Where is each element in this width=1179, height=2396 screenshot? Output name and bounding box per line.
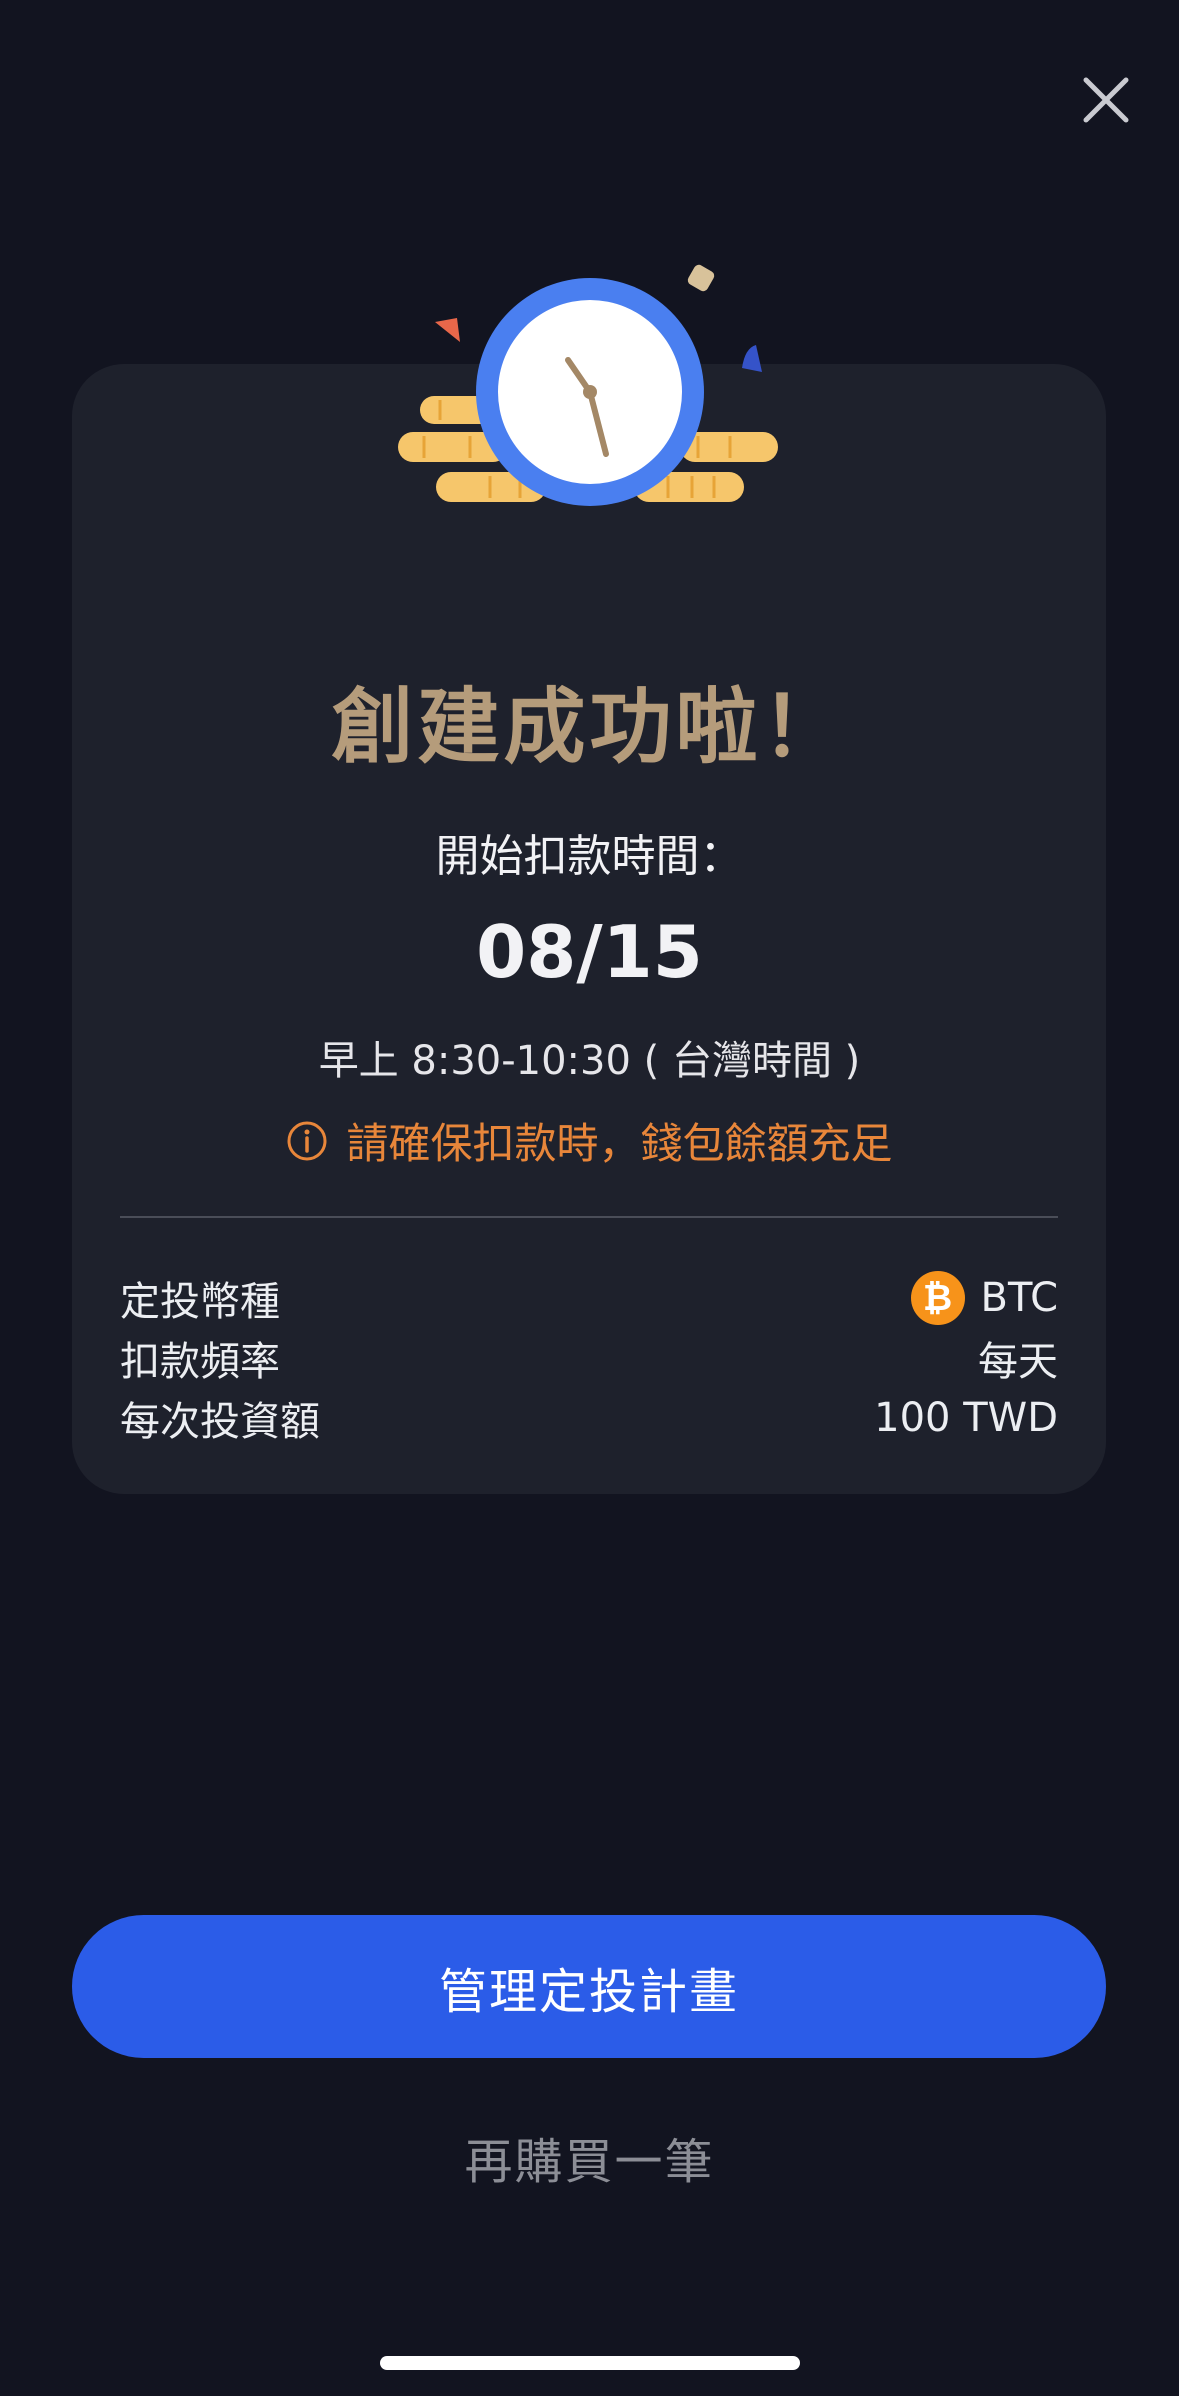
- balance-warning-text: 請確保扣款時，錢包餘額充足: [346, 1119, 893, 1168]
- info-icon: [287, 1121, 327, 1160]
- close-icon: [1083, 77, 1129, 123]
- manage-plan-button[interactable]: 管理定投計畫: [72, 1915, 1106, 2058]
- detail-label: 扣款頻率: [120, 1339, 280, 1385]
- deduction-time-window: 早上 8:30-10:30 ( 台灣時間 ): [318, 1038, 861, 1084]
- buy-again-button[interactable]: 再購買一筆: [0, 2122, 1179, 2192]
- detail-value: 100 TWD: [874, 1395, 1058, 1441]
- home-indicator[interactable]: [380, 2356, 800, 2370]
- clock-with-coins-illustration: [398, 264, 778, 506]
- bitcoin-icon: ₿: [910, 1271, 965, 1325]
- detail-row-amount: 每次投資額 100 TWD: [120, 1388, 1058, 1448]
- start-time-label: 開始扣款時間：: [435, 831, 744, 882]
- close-button[interactable]: [1076, 70, 1136, 130]
- detail-value: ₿ BTC: [910, 1271, 1058, 1325]
- detail-value: 每天: [978, 1339, 1058, 1385]
- detail-label: 定投幣種: [120, 1279, 280, 1325]
- detail-label: 每次投資額: [120, 1399, 320, 1445]
- detail-row-coin: 定投幣種 ₿ BTC: [120, 1268, 1058, 1328]
- divider: [120, 1216, 1058, 1218]
- start-date: 08/15: [476, 910, 703, 994]
- detail-row-frequency: 扣款頻率 每天: [120, 1328, 1058, 1388]
- coin-symbol: BTC: [980, 1275, 1058, 1321]
- success-title: 創建成功啦！: [331, 680, 848, 775]
- balance-warning: 請確保扣款時，錢包餘額充足: [0, 1110, 1179, 1171]
